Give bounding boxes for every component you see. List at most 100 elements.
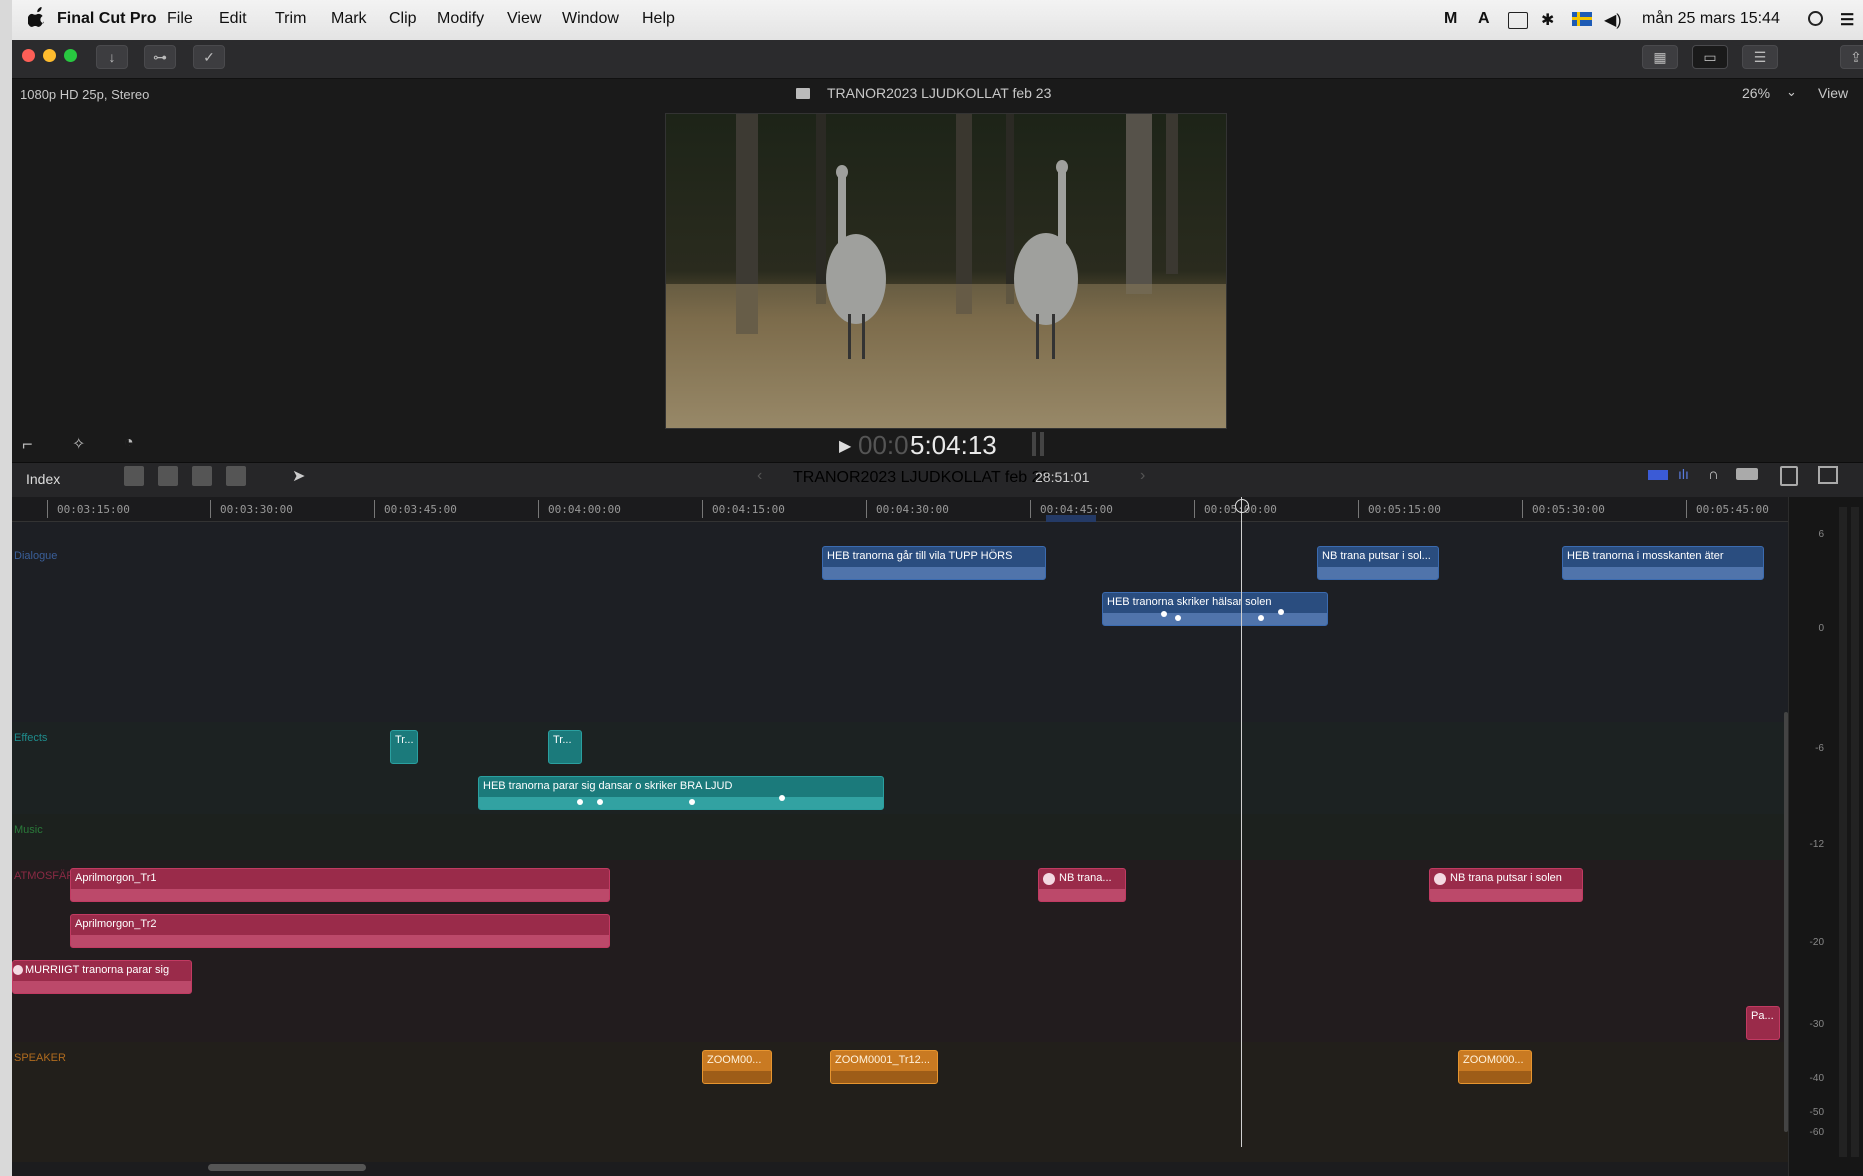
menu-trim[interactable]: Trim <box>275 10 306 28</box>
spotlight-search-icon[interactable] <box>1808 11 1823 26</box>
status-display-icon[interactable] <box>1508 12 1528 29</box>
inspector-toggle-icon[interactable]: ☰ <box>1742 45 1778 69</box>
menu-modify[interactable]: Modify <box>437 10 484 28</box>
audio-clip[interactable]: NB trana... <box>1038 868 1126 902</box>
audio-clip[interactable]: ZOOM000... <box>1458 1050 1532 1084</box>
horizontal-scrollbar[interactable] <box>208 1164 366 1171</box>
ruler-tick <box>702 500 703 518</box>
skimming-icon[interactable] <box>1648 470 1668 480</box>
keyframe[interactable] <box>1258 615 1264 621</box>
audio-clip[interactable]: Pa... <box>1746 1006 1780 1040</box>
audio-clip[interactable]: HEB tranorna i mosskanten äter <box>1562 546 1764 580</box>
keywords-icon[interactable]: ⊶ <box>144 45 176 69</box>
audio-clip[interactable]: MURRIIGT tranorna parar sig <box>12 960 192 994</box>
ruler-tick <box>47 500 48 518</box>
timeline-toggle-icon[interactable]: ▭ <box>1692 45 1728 69</box>
menu-bar: Final Cut Pro File Edit Trim Mark Clip M… <box>12 0 1863 41</box>
keyframe[interactable] <box>689 799 695 805</box>
view-menu[interactable]: View <box>1818 85 1848 101</box>
video-frame[interactable] <box>665 113 1227 429</box>
select-tool-icon[interactable]: ➤ <box>292 466 305 486</box>
timeline-ruler[interactable]: 00:03:15:00 00:03:30:00 00:03:45:00 00:0… <box>12 497 1788 529</box>
menu-app-name[interactable]: Final Cut Pro <box>57 10 157 28</box>
ruler-label: 00:03:15:00 <box>57 503 130 516</box>
menu-view[interactable]: View <box>507 10 541 28</box>
append-clip-icon[interactable] <box>192 466 212 486</box>
effect-clip[interactable]: Tr... <box>390 730 418 764</box>
keyframe[interactable] <box>1161 611 1167 617</box>
keyframe[interactable] <box>779 795 785 801</box>
close-window-button[interactable] <box>22 49 35 62</box>
zoom-dropdown[interactable]: 26% <box>1742 85 1770 101</box>
snapping-icon[interactable] <box>1736 468 1758 480</box>
playhead[interactable] <box>1241 497 1242 1147</box>
ruler-label: 00:04:00:00 <box>548 503 621 516</box>
keyframe[interactable] <box>1175 615 1181 621</box>
lane-label-effects: Effects <box>14 732 48 744</box>
overwrite-clip-icon[interactable] <box>226 466 246 486</box>
effect-clip[interactable]: Tr... <box>548 730 582 764</box>
import-icon[interactable]: ↓ <box>96 45 128 69</box>
keyframe[interactable] <box>577 799 583 805</box>
menu-edit[interactable]: Edit <box>219 10 247 28</box>
history-forward-icon[interactable]: › <box>1140 467 1145 485</box>
menu-mark[interactable]: Mark <box>331 10 367 28</box>
audio-clip[interactable]: HEB tranorna skriker hälsar solen <box>1102 592 1328 626</box>
audio-skimming-icon[interactable]: ılı <box>1678 466 1689 482</box>
ruler-tick <box>1194 500 1195 518</box>
ruler-label: 00:03:45:00 <box>384 503 457 516</box>
timeline-body[interactable]: Dialogue Effects Music ATMOSFÄR SPEAKER … <box>12 522 1788 1171</box>
clip-appearance-icon[interactable] <box>1780 466 1798 486</box>
index-button[interactable]: Index <box>26 471 60 487</box>
apple-icon[interactable] <box>28 6 46 28</box>
enhance-icon[interactable]: ✧ <box>72 434 85 454</box>
clock[interactable]: mån 25 mars 15:44 <box>1642 10 1780 28</box>
audio-clip[interactable]: NB trana putsar i sol... <box>1317 546 1439 580</box>
audio-clip[interactable]: ZOOM0001_Tr12... <box>830 1050 938 1084</box>
clip-label: ZOOM0001_Tr12... <box>835 1054 930 1066</box>
status-font-icon[interactable]: A <box>1478 10 1490 28</box>
crane-video-image <box>666 114 1226 428</box>
volume-icon[interactable]: ◀) <box>1604 10 1622 30</box>
status-m-icon[interactable]: M <box>1444 10 1457 28</box>
lane-music: Music <box>12 814 1788 860</box>
project-duration: 28:51:01 <box>1035 469 1090 485</box>
audio-clip[interactable]: HEB tranorna går till vila TUPP HÖRS <box>822 546 1046 580</box>
timecode-display[interactable]: 5:04:13 <box>910 430 997 461</box>
ruler-tick <box>538 500 539 518</box>
clip-label: Tr... <box>553 734 572 746</box>
audio-clip[interactable]: Aprilmorgon_Tr2 <box>70 914 610 948</box>
audio-clip[interactable]: NB trana putsar i solen <box>1429 868 1583 902</box>
background-tasks-icon[interactable]: ✓ <box>193 45 225 69</box>
playhead-handle[interactable] <box>1235 499 1249 513</box>
keyframe[interactable] <box>1278 609 1284 615</box>
input-flag-icon[interactable] <box>1572 12 1592 26</box>
menu-file[interactable]: File <box>167 10 193 28</box>
menu-help[interactable]: Help <box>642 10 675 28</box>
minimize-window-button[interactable] <box>43 49 56 62</box>
chevron-down-icon[interactable]: ⌄ <box>1786 84 1797 100</box>
ruler-tick <box>210 500 211 518</box>
toolbar <box>12 40 1863 79</box>
retime-icon[interactable]: ◔ <box>124 434 134 452</box>
solo-icon[interactable]: ∩ <box>1708 466 1719 483</box>
play-button[interactable]: ▶ <box>839 436 851 456</box>
notification-center-icon[interactable]: ☰ <box>1840 10 1854 30</box>
insert-clip-icon[interactable] <box>158 466 178 486</box>
effect-clip[interactable]: HEB tranorna parar sig dansar o skriker … <box>478 776 884 810</box>
crop-icon[interactable]: ⌐ <box>22 434 33 455</box>
audio-clip[interactable]: ZOOM00... <box>702 1050 772 1084</box>
ruler-tick <box>1522 500 1523 518</box>
share-icon[interactable]: ⇪ <box>1840 45 1863 69</box>
menu-window[interactable]: Window <box>562 10 619 28</box>
connect-clip-icon[interactable] <box>124 466 144 486</box>
timeline-index-toggle-icon[interactable] <box>1818 466 1838 484</box>
keyframe[interactable] <box>597 799 603 805</box>
history-back-icon[interactable]: ‹ <box>757 467 762 485</box>
browser-toggle-icon[interactable]: ▦ <box>1642 45 1678 69</box>
menu-clip[interactable]: Clip <box>389 10 417 28</box>
audio-clip[interactable]: Aprilmorgon_Tr1 <box>70 868 610 902</box>
zoom-window-button[interactable] <box>64 49 77 62</box>
bluetooth-icon[interactable]: ✱ <box>1541 10 1554 30</box>
audio-meters: 6 0 -6 -12 -20 -30 -40 -50 -60 <box>1788 497 1863 1176</box>
